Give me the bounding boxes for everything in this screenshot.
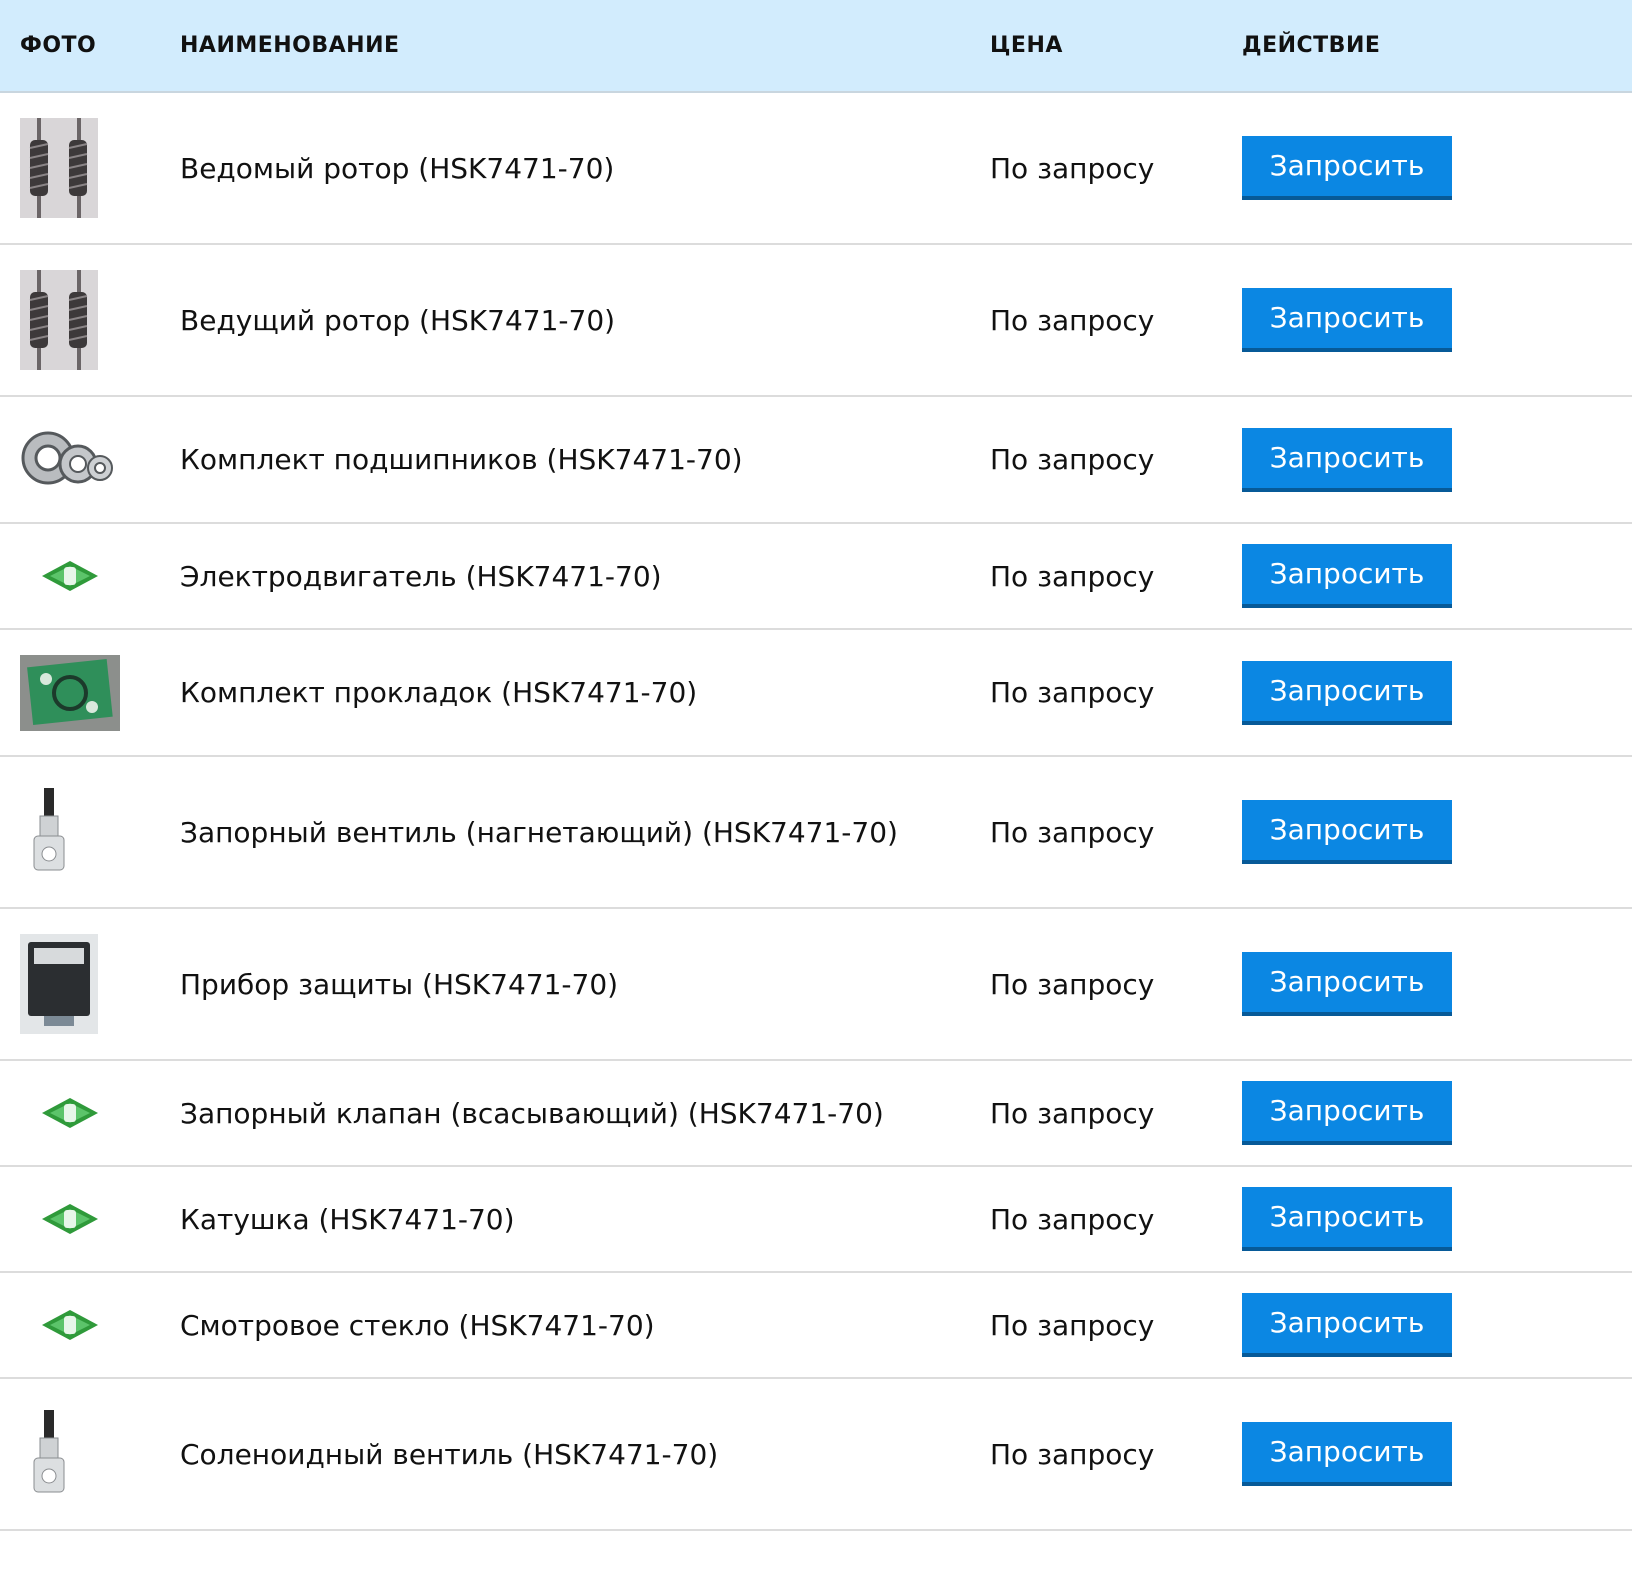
table-body: Ведомый ротор (HSK7471-70) По запросу Запр…	[0, 92, 1632, 1531]
request-button[interactable]: Запросить	[1242, 288, 1452, 352]
bitzer-logo-icon	[20, 1196, 120, 1242]
table-row: Запорный клапан (всасывающий) (HSK7471-7…	[0, 1060, 1632, 1167]
bitzer-logo-icon	[20, 553, 120, 599]
product-name: Электродвигатель (HSK7471-70)	[160, 523, 990, 630]
valve-icon	[20, 1406, 80, 1502]
bearings-icon	[20, 421, 120, 498]
request-button[interactable]: Запросить	[1242, 136, 1452, 200]
table-row: Соленоидный вентиль (HSK7471-70) По запро…	[0, 1378, 1632, 1531]
row-action-cell: Запросить	[1220, 756, 1632, 909]
product-price: По запросу	[990, 1060, 1220, 1167]
header-price: ЦЕНА	[990, 0, 1220, 93]
product-name: Прибор защиты (HSK7471-70)	[160, 908, 990, 1061]
protection-device-icon	[20, 934, 98, 1034]
row-action-cell: Запросить	[1220, 1378, 1632, 1531]
product-name: Комплект прокладок (HSK7471-70)	[160, 629, 990, 757]
row-action-cell: Запросить	[1220, 1166, 1632, 1273]
product-price: По запросу	[990, 396, 1220, 524]
product-name: Запорный вентиль (нагнетающий) (HSK7471-…	[160, 756, 990, 909]
product-price: По запросу	[990, 523, 1220, 630]
product-name: Комплект подшипников (HSK7471-70)	[160, 396, 990, 524]
product-name: Ведущий ротор (HSK7471-70)	[160, 244, 990, 397]
gasket-set-icon	[20, 654, 120, 731]
row-photo-cell	[0, 1166, 160, 1273]
valve-icon	[20, 784, 80, 880]
product-price: По запросу	[990, 629, 1220, 757]
header-name: НАИМЕНОВАНИЕ	[160, 0, 990, 93]
rotor-icon	[20, 270, 98, 370]
row-photo-cell	[0, 756, 160, 909]
row-action-cell: Запросить	[1220, 1272, 1632, 1379]
product-name: Ведомый ротор (HSK7471-70)	[160, 92, 990, 245]
request-button[interactable]: Запросить	[1242, 660, 1452, 725]
table-row: Смотровое стекло (HSK7471-70) По запросу З…	[0, 1272, 1632, 1379]
row-photo-cell	[0, 1060, 160, 1167]
product-price: По запросу	[990, 1272, 1220, 1379]
row-action-cell: Запросить	[1220, 92, 1632, 245]
row-action-cell: Запросить	[1220, 523, 1632, 630]
row-photo-cell	[0, 908, 160, 1061]
parts-table: ФОТО НАИМЕНОВАНИЕ ЦЕНА ДЕЙСТВИЕ Ведомый …	[0, 0, 1632, 1531]
product-price: По запросу	[990, 1378, 1220, 1531]
parts-list-page: ФОТО НАИМЕНОВАНИЕ ЦЕНА ДЕЙСТВИЕ Ведомый …	[0, 0, 1632, 1584]
table-row: Комплект подшипников (HSK7471-70) По запр…	[0, 396, 1632, 524]
product-price: По запросу	[990, 908, 1220, 1061]
request-button[interactable]: Запросить	[1242, 427, 1452, 492]
product-price: По запросу	[990, 92, 1220, 245]
table-row: Прибор защиты (HSK7471-70) По запросу Запр…	[0, 908, 1632, 1061]
request-button[interactable]: Запросить	[1242, 1187, 1452, 1251]
row-action-cell: Запросить	[1220, 396, 1632, 524]
row-action-cell: Запросить	[1220, 244, 1632, 397]
product-name: Смотровое стекло (HSK7471-70)	[160, 1272, 990, 1379]
product-price: По запросу	[990, 1166, 1220, 1273]
product-price: По запросу	[990, 756, 1220, 909]
row-photo-cell	[0, 244, 160, 397]
table-row: Электродвигатель (HSK7471-70) По запросу З…	[0, 523, 1632, 630]
product-name: Запорный клапан (всасывающий) (HSK7471-7…	[160, 1060, 990, 1167]
row-photo-cell	[0, 1378, 160, 1531]
table-header-row: ФОТО НАИМЕНОВАНИЕ ЦЕНА ДЕЙСТВИЕ	[0, 0, 1632, 93]
table-row: Запорный вентиль (нагнетающий) (HSK7471-…	[0, 756, 1632, 909]
request-button[interactable]: Запросить	[1242, 1293, 1452, 1357]
row-photo-cell	[0, 523, 160, 630]
request-button[interactable]: Запросить	[1242, 1422, 1452, 1486]
row-photo-cell	[0, 396, 160, 524]
table-header: ФОТО НАИМЕНОВАНИЕ ЦЕНА ДЕЙСТВИЕ	[0, 0, 1632, 93]
request-button[interactable]: Запросить	[1242, 800, 1452, 864]
row-action-cell: Запросить	[1220, 629, 1632, 757]
row-action-cell: Запросить	[1220, 908, 1632, 1061]
product-name: Соленоидный вентиль (HSK7471-70)	[160, 1378, 990, 1531]
bitzer-logo-icon	[20, 1090, 120, 1136]
header-photo: ФОТО	[0, 0, 160, 93]
product-name: Катушка (HSK7471-70)	[160, 1166, 990, 1273]
table-row: Ведомый ротор (HSK7471-70) По запросу Запр…	[0, 92, 1632, 245]
request-button[interactable]: Запросить	[1242, 544, 1452, 608]
row-photo-cell	[0, 1272, 160, 1379]
table-row: Ведущий ротор (HSK7471-70) По запросу Запр…	[0, 244, 1632, 397]
header-action: ДЕЙСТВИЕ	[1220, 0, 1632, 93]
product-price: По запросу	[990, 244, 1220, 397]
row-action-cell: Запросить	[1220, 1060, 1632, 1167]
request-button[interactable]: Запросить	[1242, 952, 1452, 1016]
request-button[interactable]: Запросить	[1242, 1081, 1452, 1145]
table-row: Комплект прокладок (HSK7471-70) По запрос…	[0, 629, 1632, 757]
row-photo-cell	[0, 92, 160, 245]
row-photo-cell	[0, 629, 160, 757]
table-row: Катушка (HSK7471-70) По запросу Запросить	[0, 1166, 1632, 1273]
rotor-icon	[20, 118, 98, 218]
bitzer-logo-icon	[20, 1302, 120, 1348]
